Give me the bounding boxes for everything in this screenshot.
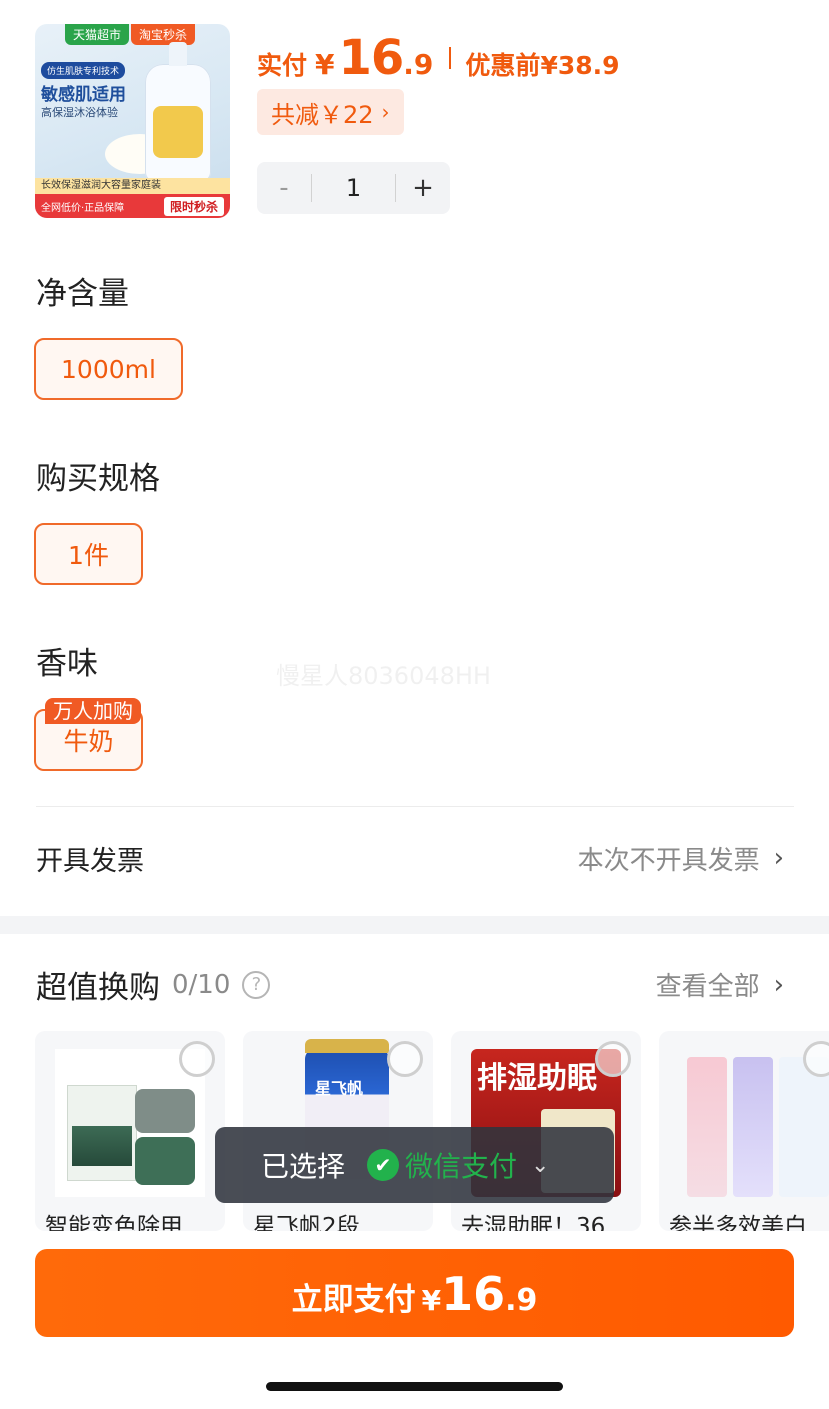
price-decimal: .9 bbox=[403, 48, 434, 81]
strip2-left: 全网低价·正品保障 bbox=[41, 202, 125, 214]
view-all-label: 查看全部 bbox=[655, 972, 760, 1002]
invoice-label: 开具发票 bbox=[36, 845, 144, 877]
exchange-item-name: 智能变色除甲 bbox=[45, 1214, 183, 1231]
section-separator bbox=[0, 916, 829, 934]
exchange-title-group: 超值换购 0/10 ? bbox=[36, 962, 271, 1007]
exchange-card[interactable]: 智能变色除甲 bbox=[35, 1031, 225, 1231]
invoice-value: 本次不开具发票 bbox=[577, 845, 760, 876]
strip2-right: 限时秒杀 bbox=[163, 196, 224, 216]
chevron-right-icon: › bbox=[773, 969, 784, 1000]
tech-label: 仿生肌肤专利技术 bbox=[41, 62, 126, 79]
chevron-down-icon: ⌄ bbox=[531, 1152, 550, 1178]
invoice-value-wrap: 本次不开具发票 › bbox=[578, 840, 784, 877]
payment-method-name: 微信支付 bbox=[405, 1150, 518, 1183]
pay-now-label: 立即支付 bbox=[291, 1282, 416, 1318]
pay-amount-integer: 16 bbox=[441, 1267, 506, 1321]
pay-now-button[interactable]: 立即支付 ¥ 16 .9 bbox=[35, 1249, 794, 1337]
exchange-header: 超值换购 0/10 ? 查看全部 › bbox=[36, 962, 784, 1007]
select-circle-icon[interactable] bbox=[179, 1041, 215, 1077]
quantity-stepper: - 1 + bbox=[257, 162, 450, 214]
pay-amount-decimal: .9 bbox=[505, 1283, 538, 1318]
discount-pill[interactable]: 共减￥22 › bbox=[257, 89, 404, 135]
herbal-tea-image-text: 排湿助眠 bbox=[477, 1061, 597, 1096]
divider bbox=[36, 806, 794, 807]
product-thumbnail[interactable]: 天猫超市 淘宝秒杀 仿生肌肤专利技术 敏感肌适用 高保湿沐浴体验 长效保湿滋润大… bbox=[35, 24, 230, 218]
popular-badge: 万人加购 bbox=[45, 698, 141, 724]
select-circle-icon[interactable] bbox=[387, 1041, 423, 1077]
exchange-card[interactable]: 参半多效美白 bbox=[659, 1031, 829, 1231]
spec-option-selected[interactable]: 1件 bbox=[34, 523, 143, 585]
exchange-count: 0/10 bbox=[172, 969, 231, 1000]
increase-button[interactable]: + bbox=[396, 162, 450, 214]
sub-label: 高保湿沐浴体验 bbox=[41, 106, 118, 119]
chevron-right-icon: › bbox=[773, 843, 784, 873]
tmall-tag: 天猫超市 bbox=[65, 24, 130, 45]
formaldehyde-remover-image bbox=[55, 1049, 205, 1197]
scent-title: 香味 bbox=[36, 646, 98, 682]
decrease-button[interactable]: - bbox=[257, 162, 311, 214]
watermark: 慢星人8036048HH bbox=[276, 662, 491, 690]
bottle-graphic bbox=[145, 42, 211, 182]
wechat-pay-icon: ✔ bbox=[367, 1149, 400, 1181]
exchange-item-name: 去湿助眠！36 bbox=[461, 1214, 606, 1231]
pay-currency: ¥ bbox=[421, 1284, 442, 1317]
toothpaste-image bbox=[679, 1049, 829, 1197]
payment-method-selector[interactable]: 已选择 ✔ 微信支付 ⌄ bbox=[215, 1127, 614, 1203]
view-all-link[interactable]: 查看全部 › bbox=[656, 966, 784, 1003]
volume-option-selected[interactable]: 1000ml bbox=[34, 338, 183, 400]
price-line: 实付 ¥ 16 .9 优惠前 ¥38.9 bbox=[257, 30, 620, 86]
home-indicator[interactable] bbox=[266, 1382, 563, 1391]
price-divider bbox=[449, 47, 452, 69]
volume-title: 净含量 bbox=[36, 276, 129, 312]
select-circle-icon[interactable] bbox=[595, 1041, 631, 1077]
invoice-row[interactable]: 开具发票 本次不开具发票 › bbox=[36, 838, 784, 878]
discount-text: 共减￥22 bbox=[271, 100, 374, 129]
exchange-item-name: 参半多效美白 bbox=[669, 1214, 807, 1231]
thumb-strip-2: 全网低价·正品保障 限时秒杀 bbox=[35, 194, 230, 218]
currency-symbol: ¥ bbox=[315, 48, 335, 81]
thumb-strip-1: 长效保湿滋润大容量家庭装 bbox=[35, 178, 230, 194]
original-price: ¥38.9 bbox=[540, 51, 620, 80]
chevron-right-icon: › bbox=[381, 100, 390, 124]
spec-title: 购买规格 bbox=[36, 461, 160, 497]
help-icon[interactable]: ? bbox=[242, 970, 271, 999]
pay-label: 实付 bbox=[257, 51, 308, 80]
fit-label: 敏感肌适用 bbox=[41, 85, 126, 105]
price-integer: 16 bbox=[338, 30, 405, 86]
exchange-item-name: 星飞帆2段 bbox=[253, 1214, 360, 1231]
chosen-label: 已选择 bbox=[261, 1150, 346, 1183]
original-price-label: 优惠前 bbox=[465, 51, 541, 80]
quantity-value[interactable]: 1 bbox=[312, 174, 395, 202]
exchange-title: 超值换购 bbox=[36, 970, 160, 1006]
